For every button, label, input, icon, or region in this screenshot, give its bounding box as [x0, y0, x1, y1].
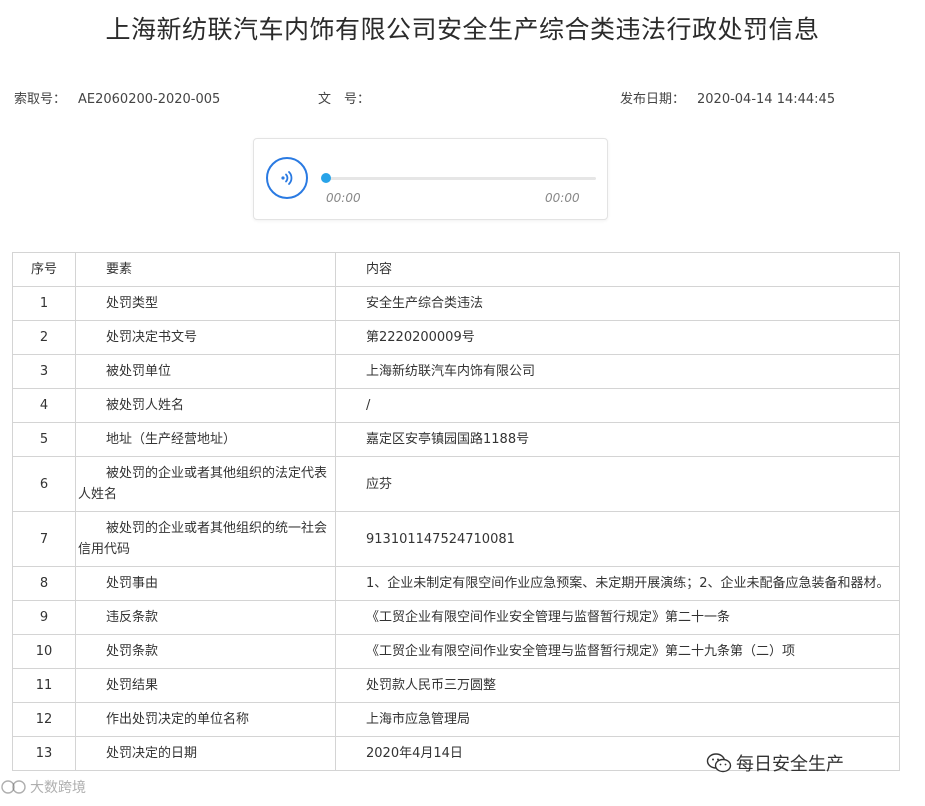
watermark-text: 大数跨境 — [30, 780, 86, 796]
row-element: 处罚决定的日期 — [75, 736, 336, 771]
table-row: 5 地址（生产经营地址） 嘉定区安亭镇园国路1188号 — [12, 422, 900, 457]
row-content: 1、企业未制定有限空间作业应急预案、未定期开展演练；2、企业未配备应急装备和器材… — [335, 566, 900, 601]
row-index: 2 — [12, 320, 76, 355]
table-header-row: 序号 要素 内容 — [12, 252, 900, 287]
audio-progress-track[interactable] — [324, 177, 596, 180]
row-index: 6 — [12, 456, 76, 512]
row-index: 9 — [12, 600, 76, 635]
row-content: 应芬 — [335, 456, 900, 512]
row-content: / — [335, 388, 900, 423]
row-index: 11 — [12, 668, 76, 703]
row-element: 被处罚的企业或者其他组织的法定代表人姓名 — [75, 456, 336, 512]
header-index: 序号 — [12, 252, 76, 287]
header-element: 要素 — [75, 252, 336, 287]
audio-player: 00:00 00:00 — [253, 138, 608, 220]
page-title: 上海新纺联汽车内饰有限公司安全生产综合类违法行政处罚信息 — [105, 15, 820, 44]
table-row: 4 被处罚人姓名 / — [12, 388, 900, 423]
table-row: 12 作出处罚决定的单位名称 上海市应急管理局 — [12, 702, 900, 737]
table-row: 11 处罚结果 处罚款人民币三万圆整 — [12, 668, 900, 703]
row-index: 12 — [12, 702, 76, 737]
row-index: 13 — [12, 736, 76, 771]
audio-total-time: 00:00 — [545, 191, 580, 205]
wechat-account-name: 每日安全生产 — [736, 754, 844, 775]
corner-watermark: 大数跨境 — [0, 777, 86, 797]
table-row: 10 处罚条款 《工贸企业有限空间作业安全管理与监督暂行规定》第二十九条第（二）… — [12, 634, 900, 669]
wechat-icon — [706, 753, 732, 773]
document-number: 文 号： — [318, 88, 382, 107]
row-content: 《工贸企业有限空间作业安全管理与监督暂行规定》第二十九条第（二）项 — [335, 634, 900, 669]
index-number: 索取号： AE2060200-2020-005 — [14, 88, 220, 107]
row-content: 上海市应急管理局 — [335, 702, 900, 737]
audio-play-icon — [281, 171, 293, 185]
header-content: 内容 — [335, 252, 900, 287]
table-row: 7 被处罚的企业或者其他组织的统一社会信用代码 9131011475247100… — [12, 511, 900, 567]
row-element: 地址（生产经营地址） — [75, 422, 336, 457]
row-element: 处罚结果 — [75, 668, 336, 703]
row-element: 被处罚单位 — [75, 354, 336, 389]
row-content: 安全生产综合类违法 — [335, 286, 900, 321]
table-row: 6 被处罚的企业或者其他组织的法定代表人姓名 应芬 — [12, 456, 900, 512]
audio-progress-handle[interactable] — [321, 173, 331, 183]
row-index: 7 — [12, 511, 76, 567]
row-element: 处罚决定书文号 — [75, 320, 336, 355]
index-value: AE2060200-2020-005 — [78, 92, 221, 107]
row-element: 处罚条款 — [75, 634, 336, 669]
penalty-info-table: 序号 要素 内容 1 处罚类型 安全生产综合类违法 2 处罚决定书文号 第222… — [12, 252, 900, 771]
audio-current-time: 00:00 — [326, 191, 361, 205]
row-index: 8 — [12, 566, 76, 601]
publish-date-label: 发布日期： — [620, 92, 686, 107]
table-row: 2 处罚决定书文号 第2220200009号 — [12, 320, 900, 355]
wechat-watermark: 每日安全生产 — [706, 750, 844, 776]
table-row: 8 处罚事由 1、企业未制定有限空间作业应急预案、未定期开展演练；2、企业未配备… — [12, 566, 900, 601]
row-content: 处罚款人民币三万圆整 — [335, 668, 900, 703]
document-label: 文 号： — [318, 92, 371, 107]
publish-date-value: 2020-04-14 14:44:45 — [697, 92, 836, 107]
row-index: 1 — [12, 286, 76, 321]
row-element: 违反条款 — [75, 600, 336, 635]
row-index: 10 — [12, 634, 76, 669]
row-content: 913101147524710081 — [335, 511, 900, 567]
row-index: 3 — [12, 354, 76, 389]
watermark-logo-icon — [1, 780, 26, 794]
row-element: 处罚类型 — [75, 286, 336, 321]
row-content: 嘉定区安亭镇园国路1188号 — [335, 422, 900, 457]
table-row: 9 违反条款 《工贸企业有限空间作业安全管理与监督暂行规定》第二十一条 — [12, 600, 900, 635]
audio-play-button[interactable] — [266, 157, 308, 199]
row-index: 5 — [12, 422, 76, 457]
row-element: 作出处罚决定的单位名称 — [75, 702, 336, 737]
row-index: 4 — [12, 388, 76, 423]
publish-date: 发布日期： 2020-04-14 14:44:45 — [620, 88, 835, 107]
row-element: 处罚事由 — [75, 566, 336, 601]
row-content: 上海新纺联汽车内饰有限公司 — [335, 354, 900, 389]
row-element: 被处罚人姓名 — [75, 388, 336, 423]
row-element: 被处罚的企业或者其他组织的统一社会信用代码 — [75, 511, 336, 567]
row-content: 第2220200009号 — [335, 320, 900, 355]
table-row: 1 处罚类型 安全生产综合类违法 — [12, 286, 900, 321]
table-row: 3 被处罚单位 上海新纺联汽车内饰有限公司 — [12, 354, 900, 389]
row-content: 《工贸企业有限空间作业安全管理与监督暂行规定》第二十一条 — [335, 600, 900, 635]
index-label: 索取号： — [14, 92, 67, 107]
